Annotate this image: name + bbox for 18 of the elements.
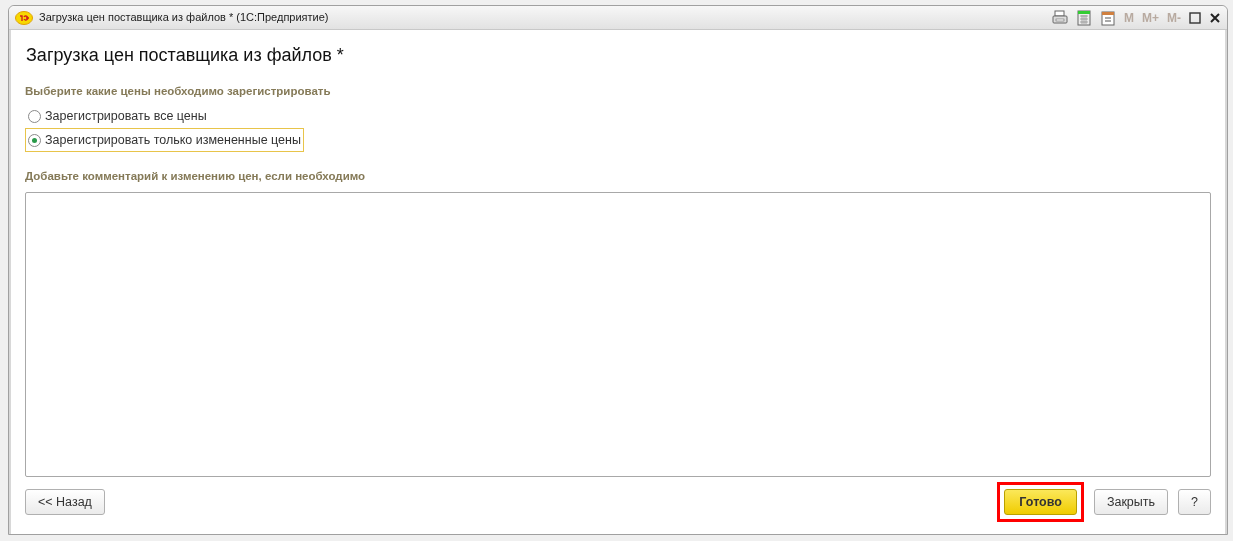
help-button[interactable]: ?: [1178, 489, 1211, 515]
radio-label[interactable]: Зарегистрировать все цены: [45, 106, 207, 126]
calculator-icon[interactable]: [1076, 9, 1092, 26]
close-icon[interactable]: [1209, 11, 1221, 24]
group-label: Выберите какие цены необходимо зарегистрировать: [25, 84, 332, 99]
calendar-icon[interactable]: [1100, 9, 1116, 26]
radio-button[interactable]: [28, 133, 41, 147]
back-button[interactable]: << Назад: [25, 489, 105, 515]
maximize-icon[interactable]: [1189, 11, 1201, 24]
comment-field[interactable]: [25, 191, 1211, 477]
comment-label: Добавьте комментарий к изменению цен, если необходимо: [25, 169, 367, 185]
form-heading: Загрузка цен поставщика из файлов *: [26, 44, 345, 67]
app-logo-icon: [15, 10, 33, 25]
done-button[interactable]: Готово: [1004, 489, 1077, 515]
radio-button[interactable]: [28, 109, 41, 123]
window-title: Загрузка цен поставщика из файлов * (1С:Предприятие): [39, 10, 330, 26]
close-button[interactable]: Закрыть: [1093, 489, 1169, 515]
printer-icon[interactable]: [1052, 9, 1068, 26]
